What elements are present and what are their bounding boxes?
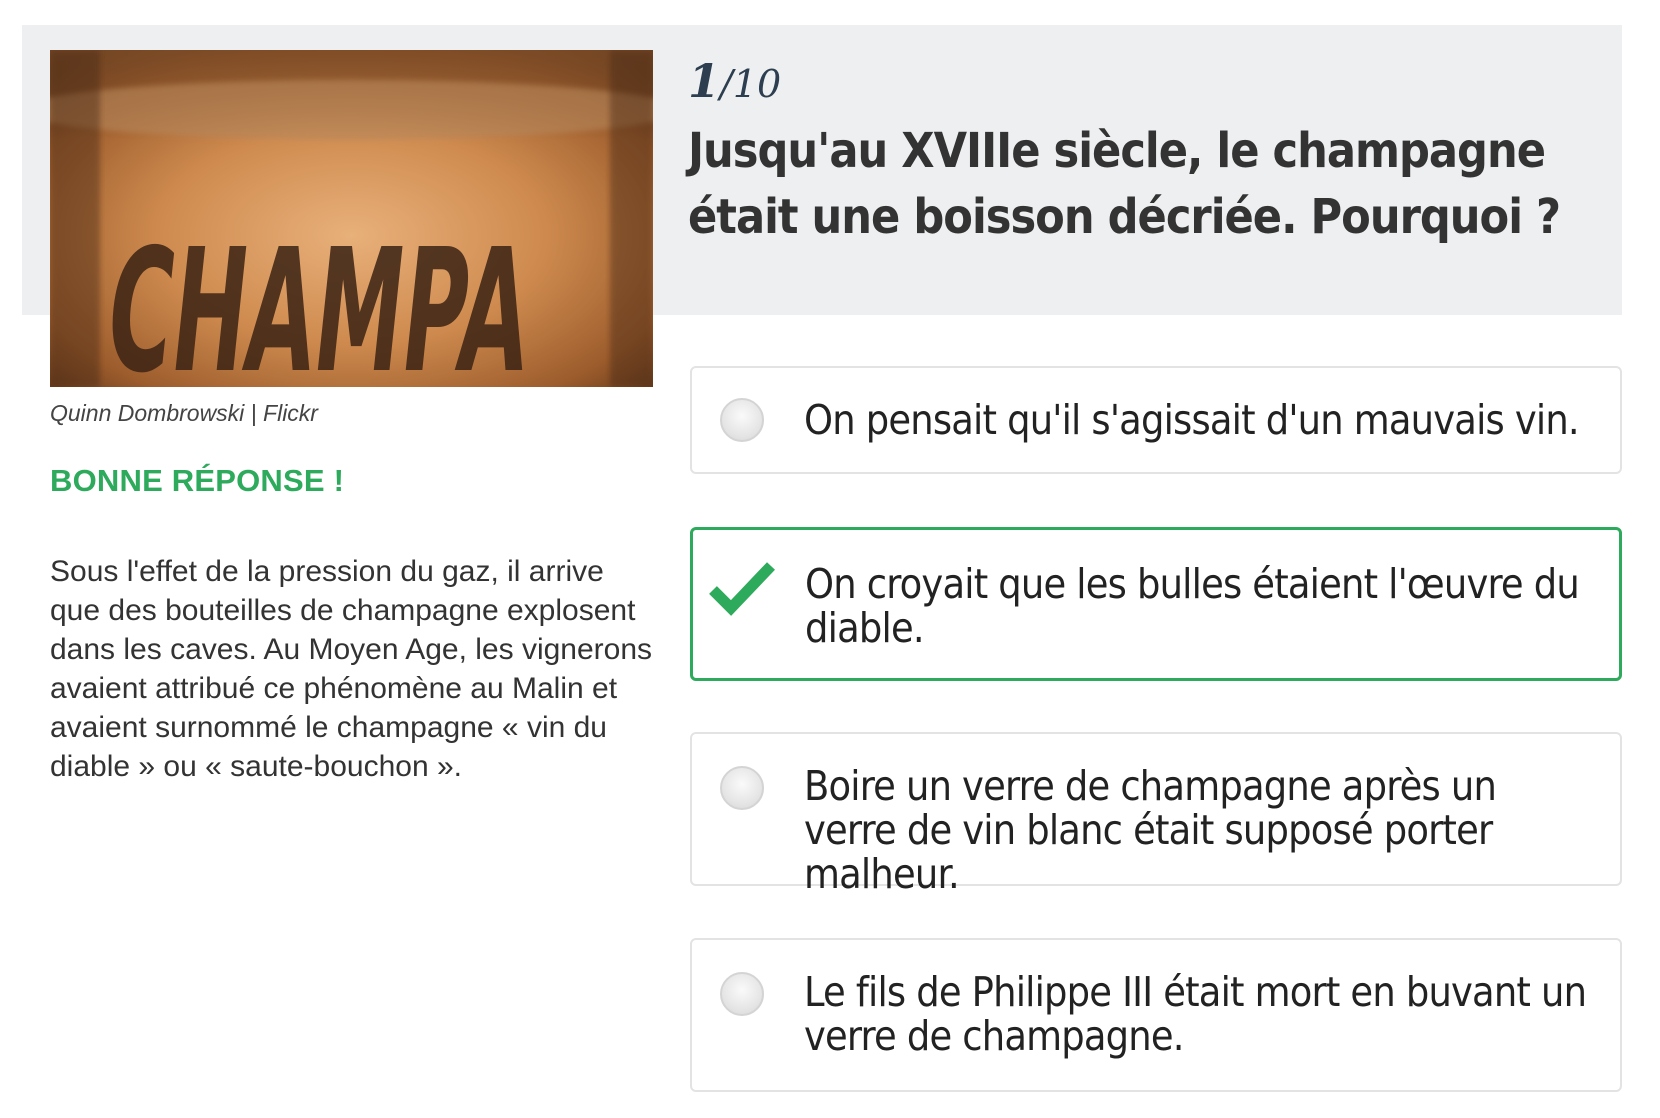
answer-option-4[interactable]: Le fils de Philippe III était mort en bu…	[690, 938, 1622, 1092]
photo-credit: Quinn Dombrowski | Flickr	[50, 400, 318, 426]
question-title: Jusqu'au XVIIIe siècle, le champagne éta…	[688, 123, 1561, 245]
question-current-number: 1	[688, 54, 721, 108]
radio-circle-icon[interactable]	[720, 398, 764, 442]
checkmark-icon	[709, 562, 775, 616]
radio-circle-icon[interactable]	[720, 972, 764, 1016]
answer-option-text: On croyait que les bulles étaient l'œuvr…	[805, 560, 1580, 652]
answer-option-text: On pensait qu'il s'agissait d'un mauvais…	[804, 396, 1580, 444]
answer-explanation: Sous l'effet de la pression du gaz, il a…	[50, 555, 653, 783]
cork-image: CHAMPA	[50, 50, 653, 387]
answer-option-2[interactable]: On croyait que les bulles étaient l'œuvr…	[690, 527, 1622, 681]
correct-answer-label: BONNE RÉPONSE !	[50, 463, 345, 498]
answer-option-text: Boire un verre de champagne après un ver…	[804, 762, 1497, 898]
champagne-cork-photo: CHAMPA	[50, 50, 653, 387]
radio-circle-icon[interactable]	[720, 766, 764, 810]
question-total: /10	[720, 62, 782, 106]
question-counter: 1/10	[688, 54, 781, 108]
answer-option-1[interactable]: On pensait qu'il s'agissait d'un mauvais…	[690, 366, 1622, 474]
cork-brand-text: CHAMPA	[98, 212, 539, 387]
answer-option-3[interactable]: Boire un verre de champagne après un ver…	[690, 732, 1622, 896]
answer-option-text: Le fils de Philippe III était mort en bu…	[804, 968, 1587, 1060]
